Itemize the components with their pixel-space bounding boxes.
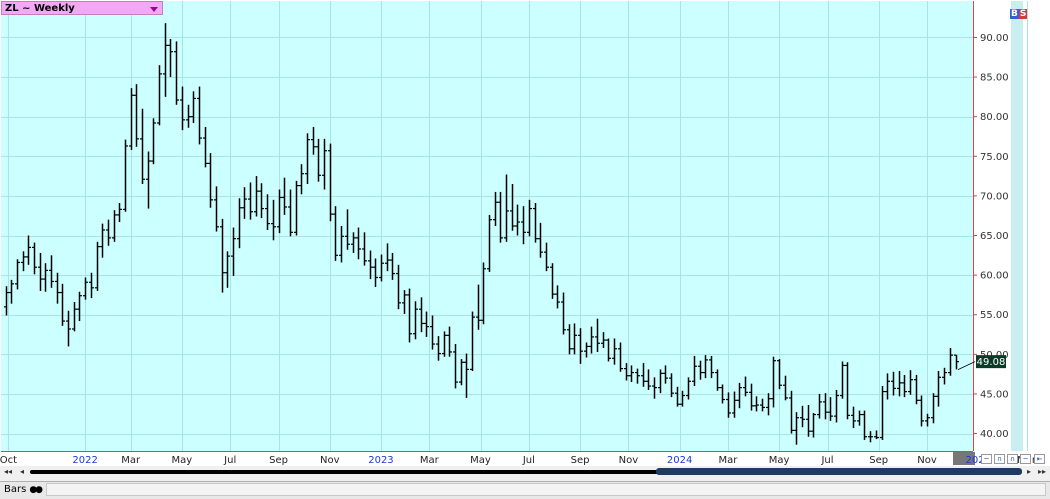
x-month-label: Mar <box>719 455 739 466</box>
last-price-label: 49.08 <box>977 357 1006 368</box>
y-tick-label: 90.00 <box>980 33 1009 44</box>
bars-tab-label: Bars <box>4 484 27 495</box>
x-year-label: 2023 <box>368 455 393 466</box>
x-month-label: Nov <box>917 455 937 466</box>
x-month-label: Mar <box>420 455 440 466</box>
scroll-first-icon[interactable]: ◂◂ <box>3 467 13 477</box>
x-year-label: 2024 <box>667 455 692 466</box>
x-month-label: Nov <box>619 455 639 466</box>
scroll-thumb[interactable] <box>656 468 1022 475</box>
bars-tab[interactable]: Bars ●● <box>2 483 43 497</box>
zoom-tool-icon[interactable]: ∩ <box>994 454 1005 464</box>
x-month-label: Sep <box>571 455 590 466</box>
x-month-label: Oct <box>0 455 17 466</box>
y-tick-label: 75.00 <box>980 152 1009 163</box>
symbol-title-box[interactable]: ZL ~ Weekly <box>1 1 163 15</box>
x-month-label: Mar <box>121 455 141 466</box>
symbol-title: ZL ~ Weekly <box>5 3 75 14</box>
right-margin-strip <box>1011 1 1023 451</box>
y-tick-label: 40.00 <box>980 429 1009 440</box>
expand-tool-icon[interactable]: ⇤ <box>1034 454 1045 464</box>
y-tick-label: 85.00 <box>980 73 1009 84</box>
y-tick-label: 70.00 <box>980 191 1009 202</box>
x-month-label: May <box>769 455 790 466</box>
x-month-label: Jul <box>223 455 236 466</box>
x-month-label: Jul <box>522 455 535 466</box>
x-month-label: Sep <box>869 455 888 466</box>
x-month-label: Nov <box>320 455 340 466</box>
x-month-label: May <box>470 455 491 466</box>
y-tick-label: 65.00 <box>980 231 1009 242</box>
pan-tool-icon[interactable]: ∩ <box>1007 454 1018 464</box>
tab-strip <box>46 483 1046 496</box>
chart-area[interactable]: 40.0045.0050.0055.0060.0065.0070.0075.00… <box>0 0 1050 466</box>
chevron-down-icon[interactable] <box>150 7 158 12</box>
line-tool-icon[interactable]: ─ <box>981 454 992 464</box>
scroll-last-icon[interactable]: ▸▸ <box>1037 467 1047 477</box>
y-tick-label: 80.00 <box>980 112 1009 123</box>
x-year-label: 2022 <box>72 455 97 466</box>
buy-sell-badge[interactable]: BS <box>1010 9 1028 20</box>
price-chart[interactable]: 40.0045.0050.0055.0060.0065.0070.0075.00… <box>0 0 1050 466</box>
x-month-label: May <box>172 455 193 466</box>
scroll-right-icon[interactable]: ▸ <box>1024 467 1034 477</box>
plot-background <box>1 1 973 451</box>
price-axis-panel <box>974 1 1010 451</box>
y-tick-label: 55.00 <box>980 310 1009 321</box>
x-month-label: Jul <box>820 455 833 466</box>
x-month-label: Sep <box>269 455 288 466</box>
link-icon[interactable]: ●● <box>29 484 43 497</box>
y-tick-label: 45.00 <box>980 389 1009 400</box>
buy-icon[interactable]: B <box>1010 9 1019 19</box>
scroll-left-icon[interactable]: ◂ <box>17 467 27 477</box>
sell-icon[interactable]: S <box>1018 9 1028 19</box>
y-tick-label: 60.00 <box>980 271 1009 282</box>
draw-tool-icon[interactable]: ─ <box>1020 454 1031 464</box>
